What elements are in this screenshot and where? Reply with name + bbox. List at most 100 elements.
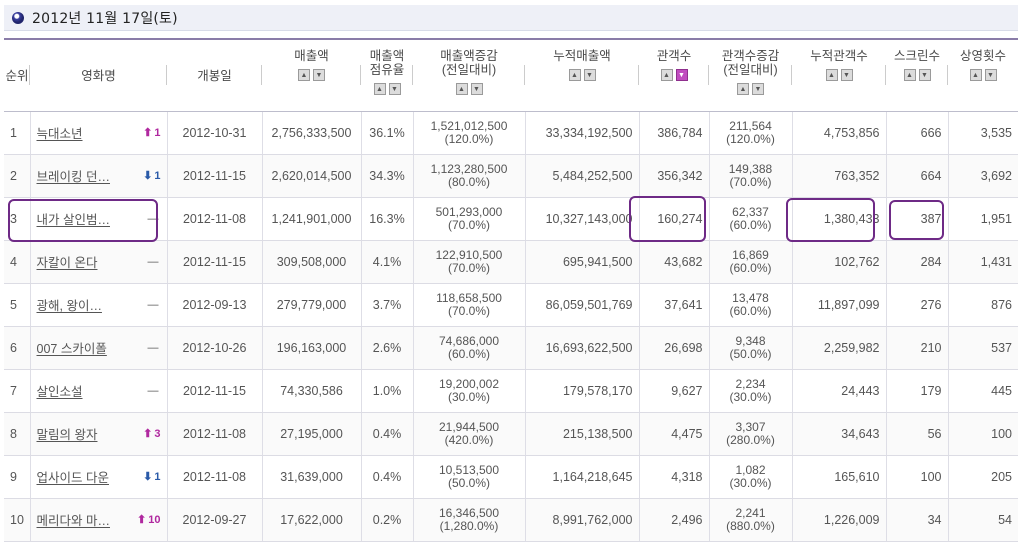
sort-ascending-icon[interactable]: ▲ bbox=[298, 69, 310, 81]
audience-count: 386,784 bbox=[639, 111, 710, 155]
sales-diff-value: 21,944,500 bbox=[438, 419, 500, 434]
movie-title-link[interactable]: 자칼이 온다 bbox=[37, 252, 98, 271]
movie-title-link[interactable]: 007 스카이폴 bbox=[37, 338, 107, 357]
audience-count: 26,698 bbox=[639, 326, 710, 370]
audience-diff: 1,082 (30.0%) bbox=[709, 455, 793, 499]
sort-descending-icon[interactable]: ▼ bbox=[388, 83, 401, 95]
sales-share: 0.4% bbox=[361, 455, 414, 499]
sort-ascending-icon[interactable]: ▲ bbox=[568, 69, 581, 81]
sort-descending-icon[interactable]: ▼ bbox=[313, 69, 325, 81]
release-date: 2012-09-13 bbox=[167, 283, 263, 327]
sort-ascending-icon[interactable]: ▲ bbox=[903, 69, 916, 81]
column-header: 순위 bbox=[4, 41, 30, 112]
date-label: 2012년 11월 17일(토) bbox=[32, 10, 178, 27]
movie-title-cell: 브레이킹 던… ⬇ 1 bbox=[30, 154, 168, 198]
sales-diff-percent: (50.0%) bbox=[447, 475, 491, 490]
table-row: 8 말림의 왕자 ⬆ 3 2012-11-08 27,195,000 0.4% 21,944,… bbox=[4, 412, 1018, 456]
sales-share: 3.7% bbox=[361, 283, 414, 327]
column-header-label: 스크린수 bbox=[893, 49, 940, 63]
sort-descending-icon[interactable]: ▼ bbox=[583, 69, 596, 81]
table-header-row: 순위 영화명 개봉일 매출액 ▲ ▼ 매출액 점유율 ▲ ▼ 매출액증감 (전일대비) ▲ ▼ 누적매출… bbox=[4, 41, 1018, 112]
movie-title-cell: 메리다와 마… ⬆ 10 bbox=[30, 498, 168, 542]
column-header-label: 순위 bbox=[5, 68, 29, 83]
audience-diff-value: 16,869 bbox=[732, 247, 769, 262]
sort-ascending-icon[interactable]: ▲ bbox=[737, 83, 749, 95]
sales-diff: 501,293,000 (70.0%) bbox=[413, 197, 526, 241]
movie-title-cell: 늑대소년 ⬆ 1 bbox=[30, 111, 168, 155]
cumulative-audience: 763,352 bbox=[792, 154, 887, 198]
rank-change: — bbox=[148, 256, 161, 268]
rank-number: 6 bbox=[4, 326, 31, 370]
sales-diff: 1,521,012,500 (120.0%) bbox=[413, 111, 526, 155]
audience-diff-percent: (70.0%) bbox=[729, 174, 772, 189]
show-count: 54 bbox=[948, 498, 1018, 542]
sales-diff: 21,944,500 (420.0%) bbox=[413, 412, 526, 456]
sort-ascending-icon[interactable]: ▲ bbox=[660, 69, 673, 81]
show-count: 3,535 bbox=[948, 111, 1018, 155]
screen-count: 100 bbox=[886, 455, 949, 499]
sort-buttons: ▲ ▼ bbox=[262, 69, 361, 81]
column-header-label: 상영횟수 bbox=[959, 49, 1006, 63]
audience-diff-value: 1,082 bbox=[735, 462, 766, 477]
screen-count: 179 bbox=[886, 369, 949, 413]
show-count: 205 bbox=[948, 455, 1018, 499]
sales-amount: 2,756,333,500 bbox=[262, 111, 362, 155]
sort-ascending-icon[interactable]: ▲ bbox=[455, 83, 468, 95]
sort-buttons: ▲ ▼ bbox=[792, 69, 886, 81]
sort-descending-icon[interactable]: ▼ bbox=[675, 69, 688, 81]
sort-descending-icon[interactable]: ▼ bbox=[840, 69, 853, 81]
audience-count: 2,496 bbox=[639, 498, 710, 542]
audience-diff-value: 3,307 bbox=[735, 419, 766, 434]
release-date: 2012-09-27 bbox=[167, 498, 263, 542]
sort-descending-icon[interactable]: ▼ bbox=[984, 69, 997, 81]
show-count: 3,692 bbox=[948, 154, 1018, 198]
sort-ascending-icon[interactable]: ▲ bbox=[373, 83, 386, 95]
date-header: 2012년 11월 17일(토) bbox=[4, 5, 1018, 31]
cumulative-sales: 5,484,252,500 bbox=[525, 154, 640, 198]
movie-title-link[interactable]: 메리다와 마… bbox=[37, 510, 110, 529]
movie-title-link[interactable]: 브레이킹 던… bbox=[37, 166, 110, 185]
rank-number: 2 bbox=[4, 154, 31, 198]
column-header-label: 매출액증감 (전일대비) bbox=[440, 49, 498, 77]
sales-amount: 17,622,000 bbox=[262, 498, 362, 542]
column-header: 개봉일 bbox=[167, 41, 262, 112]
screen-count: 34 bbox=[886, 498, 949, 542]
movie-title-link[interactable]: 광해, 왕이… bbox=[37, 295, 102, 314]
movie-title-link[interactable]: 업사이드 다운 bbox=[37, 467, 109, 486]
sales-diff: 1,123,280,500 (80.0%) bbox=[413, 154, 526, 198]
table-row: 7 살인소설 —2012-11-15 74,330,586 1.0% 19,200,002… bbox=[4, 369, 1018, 413]
rank-change: — bbox=[148, 213, 161, 225]
table-row: 5 광해, 왕이… —2012-09-13 279,779,000 3.7% 118,65… bbox=[4, 283, 1018, 327]
rank-change: ⬇ 1 bbox=[143, 470, 160, 484]
sort-ascending-icon[interactable]: ▲ bbox=[825, 69, 838, 81]
sort-ascending-icon[interactable]: ▲ bbox=[969, 69, 982, 81]
rank-change: ⬆ 10 bbox=[137, 513, 160, 527]
rank-down-arrow-icon: ⬇ bbox=[143, 170, 153, 182]
sort-descending-icon[interactable]: ▼ bbox=[470, 83, 483, 95]
screen-count: 664 bbox=[886, 154, 949, 198]
column-header-label: 누적매출액 bbox=[553, 49, 611, 63]
cumulative-audience: 24,443 bbox=[792, 369, 887, 413]
movie-title-link[interactable]: 살인소설 bbox=[37, 381, 83, 400]
sales-diff-percent: (120.0%) bbox=[444, 131, 494, 146]
audience-diff: 211,564 (120.0%) bbox=[709, 111, 793, 155]
sales-share: 4.1% bbox=[361, 240, 414, 284]
movie-title-link[interactable]: 내가 살인범… bbox=[37, 209, 110, 228]
movie-title-link[interactable]: 늑대소년 bbox=[37, 123, 83, 142]
sales-diff-value: 118,658,500 bbox=[436, 290, 502, 305]
audience-count: 9,627 bbox=[639, 369, 710, 413]
sales-diff-percent: (70.0%) bbox=[447, 303, 491, 318]
movie-title-wrap: 살인소설 — bbox=[37, 381, 161, 400]
column-header-label: 개봉일 bbox=[197, 68, 232, 83]
sales-diff-value: 1,123,280,500 bbox=[430, 161, 508, 176]
sales-diff-percent: (80.0%) bbox=[447, 174, 491, 189]
column-header-label: 매출액 점유율 bbox=[369, 49, 405, 77]
sales-diff-percent: (30.0%) bbox=[447, 389, 491, 404]
movie-title-link[interactable]: 말림의 왕자 bbox=[37, 424, 98, 443]
sort-descending-icon[interactable]: ▼ bbox=[752, 83, 764, 95]
box-office-table: 순위 영화명 개봉일 매출액 ▲ ▼ 매출액 점유율 ▲ ▼ 매출액증감 (전일대비) ▲ ▼ 누적매출… bbox=[4, 41, 1018, 542]
column-header-label: 매출액 bbox=[294, 49, 329, 63]
movie-title-cell: 말림의 왕자 ⬆ 3 bbox=[30, 412, 168, 456]
sort-descending-icon[interactable]: ▼ bbox=[918, 69, 931, 81]
rank-up-arrow-icon: ⬆ bbox=[143, 428, 153, 440]
